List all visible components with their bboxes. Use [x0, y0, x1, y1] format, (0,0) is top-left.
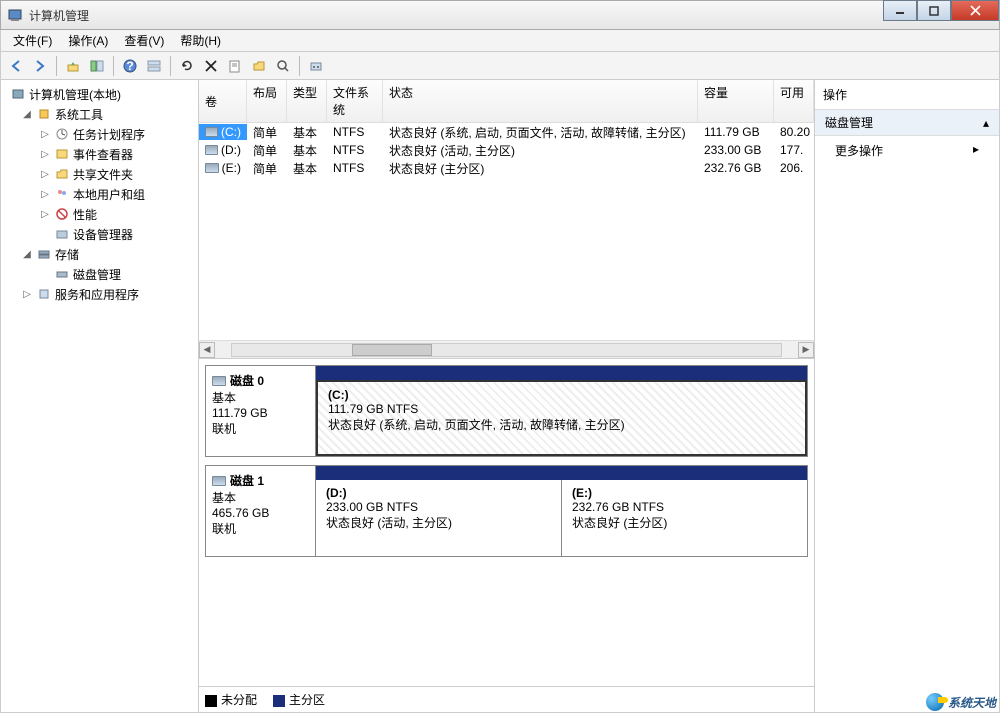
actions-pane: 操作 磁盘管理 ▴ 更多操作 ▸ — [814, 80, 999, 712]
open-button[interactable] — [248, 55, 270, 77]
tree-services-apps[interactable]: ▷服务和应用程序 — [3, 284, 196, 304]
globe-icon — [926, 693, 944, 711]
volume-row[interactable]: (D:)简单基本NTFS状态良好 (活动, 主分区)233.00 GB177. — [199, 141, 814, 159]
find-button[interactable] — [272, 55, 294, 77]
legend: 未分配 主分区 — [199, 686, 814, 712]
col-volume[interactable]: 卷 — [199, 80, 247, 122]
volume-list-header: 卷 布局 类型 文件系统 状态 容量 可用 — [199, 80, 814, 123]
disk-icon — [212, 476, 226, 486]
close-button[interactable] — [951, 0, 999, 21]
settings-button[interactable] — [305, 55, 327, 77]
toolbar: ? — [0, 52, 1000, 80]
tree-storage[interactable]: ◢存储 — [3, 244, 196, 264]
actions-header: 操作 — [815, 80, 999, 110]
col-free[interactable]: 可用 — [774, 80, 814, 122]
menu-view[interactable]: 查看(V) — [116, 30, 172, 51]
tree-root[interactable]: 计算机管理(本地) — [3, 84, 196, 104]
menu-help[interactable]: 帮助(H) — [172, 30, 229, 51]
back-button[interactable] — [5, 55, 27, 77]
tree-performance[interactable]: ▷性能 — [3, 204, 196, 224]
svg-text:?: ? — [126, 59, 133, 73]
disk-info: 磁盘 0基本111.79 GB联机 — [206, 366, 316, 456]
col-status[interactable]: 状态 — [383, 80, 698, 122]
menu-file[interactable]: 文件(F) — [5, 30, 60, 51]
tree-task-scheduler[interactable]: ▷任务计划程序 — [3, 124, 196, 144]
actions-more[interactable]: 更多操作 ▸ — [815, 136, 999, 165]
tree-disk-management[interactable]: 磁盘管理 — [3, 264, 196, 284]
show-hide-tree-button[interactable] — [86, 55, 108, 77]
up-button[interactable] — [62, 55, 84, 77]
drive-icon — [205, 127, 218, 137]
app-icon — [7, 7, 23, 23]
properties-button[interactable] — [224, 55, 246, 77]
watermark: 系统天地 — [926, 693, 996, 711]
collapse-icon: ▴ — [983, 116, 989, 130]
tree-local-users[interactable]: ▷本地用户和组 — [3, 184, 196, 204]
volume-hscroll[interactable]: ◀ ▶ — [199, 340, 814, 358]
col-capacity[interactable]: 容量 — [698, 80, 774, 122]
menu-action[interactable]: 操作(A) — [60, 30, 116, 51]
forward-button[interactable] — [29, 55, 51, 77]
help-button[interactable]: ? — [119, 55, 141, 77]
partition[interactable]: (C:)111.79 GB NTFS状态良好 (系统, 启动, 页面文件, 活动… — [316, 380, 807, 456]
disk-info: 磁盘 1基本465.76 GB联机 — [206, 466, 316, 556]
drive-icon — [205, 145, 218, 155]
tree-system-tools[interactable]: ◢系统工具 — [3, 104, 196, 124]
col-filesystem[interactable]: 文件系统 — [327, 80, 383, 122]
tree-device-manager[interactable]: 设备管理器 — [3, 224, 196, 244]
disk-row[interactable]: 磁盘 0基本111.79 GB联机(C:)111.79 GB NTFS状态良好 … — [205, 365, 808, 457]
maximize-button[interactable] — [917, 0, 951, 21]
delete-button[interactable] — [200, 55, 222, 77]
disk-icon — [212, 376, 226, 386]
partition[interactable]: (D:)233.00 GB NTFS状态良好 (活动, 主分区) — [316, 480, 561, 556]
volume-list[interactable]: 卷 布局 类型 文件系统 状态 容量 可用 (C:)简单基本NTFS状态良好 (… — [199, 80, 814, 358]
refresh-button[interactable] — [176, 55, 198, 77]
scroll-right-arrow[interactable]: ▶ — [798, 342, 814, 358]
volume-row[interactable]: (C:)简单基本NTFS状态良好 (系统, 启动, 页面文件, 活动, 故障转储… — [199, 123, 814, 141]
tree-shared-folders[interactable]: ▷共享文件夹 — [3, 164, 196, 184]
drive-icon — [205, 163, 219, 173]
window-title: 计算机管理 — [29, 7, 89, 24]
scroll-thumb[interactable] — [352, 344, 432, 356]
disk-row[interactable]: 磁盘 1基本465.76 GB联机(D:)233.00 GB NTFS状态良好 … — [205, 465, 808, 557]
col-type[interactable]: 类型 — [287, 80, 327, 122]
col-layout[interactable]: 布局 — [247, 80, 287, 122]
minimize-button[interactable] — [883, 0, 917, 21]
nav-tree[interactable]: 计算机管理(本地) ◢系统工具 ▷任务计划程序 ▷事件查看器 ▷共享文件夹 ▷本… — [1, 80, 199, 712]
scroll-left-arrow[interactable]: ◀ — [199, 342, 215, 358]
chevron-right-icon: ▸ — [973, 142, 979, 159]
title-bar: 计算机管理 — [0, 0, 1000, 30]
menu-bar: 文件(F) 操作(A) 查看(V) 帮助(H) — [0, 30, 1000, 52]
tree-event-viewer[interactable]: ▷事件查看器 — [3, 144, 196, 164]
actions-section[interactable]: 磁盘管理 ▴ — [815, 110, 999, 136]
volume-row[interactable]: (E:)简单基本NTFS状态良好 (主分区)232.76 GB206. — [199, 159, 814, 177]
partition[interactable]: (E:)232.76 GB NTFS状态良好 (主分区) — [561, 480, 807, 556]
disk-graph[interactable]: 磁盘 0基本111.79 GB联机(C:)111.79 GB NTFS状态良好 … — [199, 358, 814, 686]
view-split-button[interactable] — [143, 55, 165, 77]
